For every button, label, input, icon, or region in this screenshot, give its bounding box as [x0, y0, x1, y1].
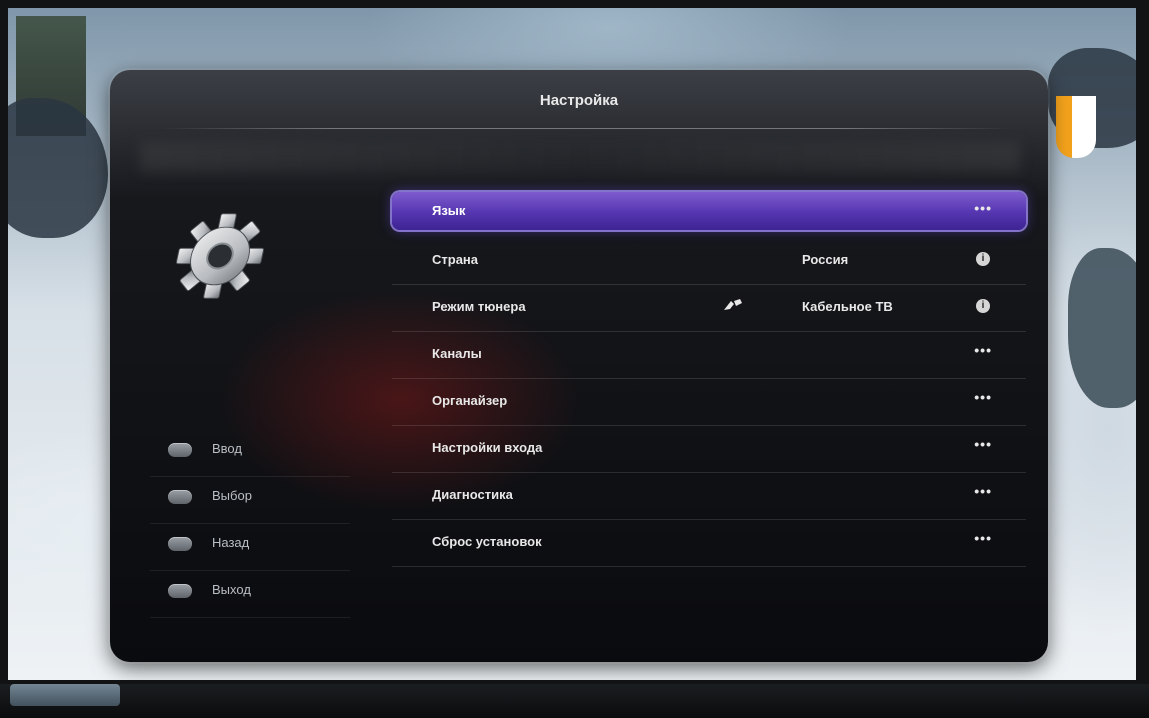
hint-label: Выход: [212, 582, 251, 597]
gear-icon: [176, 213, 264, 299]
setting-label: Сброс установок: [432, 534, 542, 549]
tv-screen: Настройка Ввод Выбор Назад Выход Язык ••…: [8, 8, 1136, 680]
info-icon[interactable]: i: [976, 299, 990, 313]
setting-item-factory-reset[interactable]: Сброс установок •••: [392, 520, 1026, 567]
setting-item-channels[interactable]: Каналы •••: [392, 332, 1026, 379]
hint-select: Выбор: [150, 477, 350, 524]
hint-enter: Ввод: [150, 430, 350, 477]
remote-key-icon: [168, 537, 192, 551]
decorative-band: [140, 142, 1020, 172]
info-icon[interactable]: i: [976, 252, 990, 266]
setting-item-input-settings[interactable]: Настройки входа •••: [392, 426, 1026, 473]
setting-label: Настройки входа: [432, 440, 543, 455]
setting-item-organizer[interactable]: Органайзер •••: [392, 379, 1026, 426]
setting-label: Каналы: [432, 346, 482, 361]
setting-label: Страна: [432, 252, 479, 267]
more-options-icon[interactable]: •••: [974, 389, 992, 405]
more-options-icon[interactable]: •••: [974, 483, 992, 499]
title-divider: [160, 128, 1012, 129]
more-options-icon[interactable]: •••: [974, 436, 992, 452]
remote-key-icon: [168, 584, 192, 598]
hint-exit: Выход: [150, 571, 350, 618]
cable-icon: [722, 297, 744, 313]
tv-frame: Настройка Ввод Выбор Назад Выход Язык ••…: [0, 0, 1149, 718]
hint-back: Назад: [150, 524, 350, 571]
setting-value: Кабельное ТВ: [802, 299, 893, 314]
status-badge: [10, 684, 120, 706]
button-hints: Ввод Выбор Назад Выход: [150, 430, 350, 618]
hint-label: Ввод: [212, 441, 242, 456]
setting-label: Режим тюнера: [432, 299, 526, 314]
hint-label: Выбор: [212, 488, 252, 503]
background-rock: [8, 98, 108, 238]
tv-bezel: [0, 684, 1149, 718]
setting-item-country[interactable]: Страна Россия i: [392, 238, 1026, 285]
settings-menu: Настройка Ввод Выбор Назад Выход Язык ••…: [110, 70, 1048, 662]
setting-item-diagnostics[interactable]: Диагностика •••: [392, 473, 1026, 520]
background-rock: [1068, 248, 1136, 408]
setting-value: Россия: [802, 252, 849, 267]
setting-item-language[interactable]: Язык •••: [392, 192, 1026, 230]
setting-label: Органайзер: [432, 393, 508, 408]
remote-key-icon: [168, 443, 192, 457]
more-options-icon[interactable]: •••: [974, 200, 992, 216]
more-options-icon[interactable]: •••: [974, 342, 992, 358]
hint-label: Назад: [212, 535, 250, 550]
remote-key-icon: [168, 490, 192, 504]
channel-logo: [1056, 96, 1096, 158]
settings-list: Язык ••• Страна Россия i Режим тюнера Ка…: [392, 192, 1026, 567]
setting-item-tuner-mode[interactable]: Режим тюнера Кабельное ТВ i: [392, 285, 1026, 332]
setting-label: Диагностика: [432, 487, 513, 502]
more-options-icon[interactable]: •••: [974, 530, 992, 546]
setting-label: Язык: [432, 203, 466, 218]
menu-title: Настройка: [539, 92, 619, 109]
